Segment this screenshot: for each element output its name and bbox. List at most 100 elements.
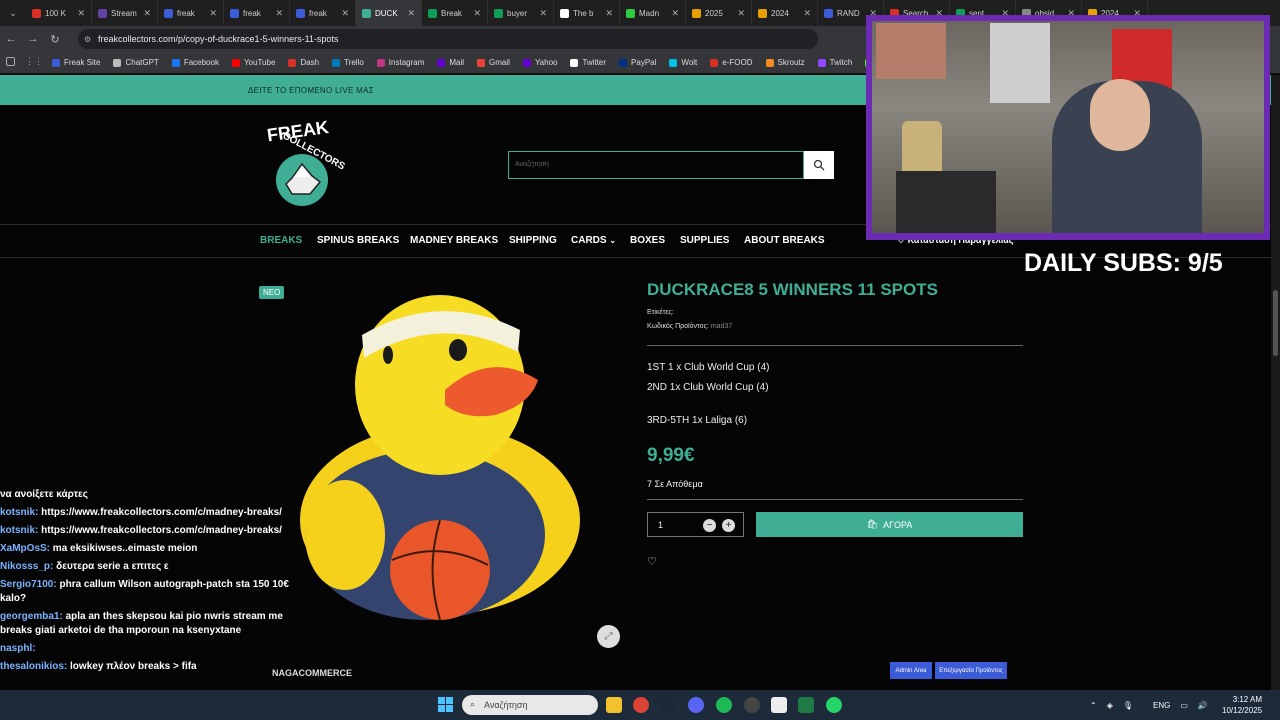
tab-close-icon[interactable]: ✕ [539, 8, 547, 19]
quantity-stepper[interactable]: 1 − + [647, 512, 744, 537]
scrollbar[interactable] [1271, 75, 1280, 690]
bookmark-item[interactable]: YouTube [231, 58, 275, 67]
language-indicator[interactable]: ENG [1153, 701, 1170, 710]
taskbar-clock[interactable]: 3:12 AM 10/12/2025 [1222, 694, 1262, 716]
steam-icon[interactable] [660, 697, 676, 713]
bookmark-star-icon[interactable] [6, 57, 15, 66]
browser-tab[interactable]: buyer ✕ [488, 0, 554, 26]
tab-close-icon[interactable]: ✕ [209, 8, 217, 19]
wishlist-heart-icon[interactable]: ♡ [647, 555, 657, 568]
nav-breaks[interactable]: BREAKS [260, 235, 302, 246]
bookmark-item[interactable]: PayPal [619, 58, 656, 67]
bookmark-icon [332, 58, 341, 67]
display-icon[interactable]: ▭ [1180, 701, 1188, 710]
mic-icon[interactable]: 🎙 [1123, 701, 1133, 710]
tab-close-icon[interactable]: ✕ [737, 8, 745, 19]
url-field[interactable]: ⚙ freakcollectors.com/p/copy-of-duckrace… [78, 29, 818, 49]
windows-start-icon[interactable] [438, 697, 454, 713]
bookmark-item[interactable]: Yahoo [522, 58, 557, 67]
admin-area-button[interactable]: Admin Area [890, 662, 932, 679]
tab-close-icon[interactable]: ✕ [407, 8, 415, 19]
nav-spinus-breaks[interactable]: SPINUS BREAKS [317, 235, 399, 246]
bookmark-item[interactable]: Twitter [570, 58, 606, 67]
chevron-up-icon[interactable]: ⌃ [1090, 701, 1097, 710]
bookmark-item[interactable]: Instagram [376, 58, 424, 67]
apps-grid-icon[interactable]: ⋮⋮ [25, 56, 43, 67]
tab-close-icon[interactable]: ✕ [275, 8, 283, 19]
bookmark-item[interactable]: e-FOOD [710, 58, 753, 67]
clock-date: 10/12/2025 [1222, 706, 1263, 715]
browser-tab[interactable]: The b ✕ [554, 0, 620, 26]
bookmark-item[interactable]: Facebook [171, 58, 219, 67]
browser-tab[interactable]: freak ✕ [224, 0, 290, 26]
discord-icon[interactable] [688, 697, 704, 713]
bookmark-item[interactable]: Wolt [669, 58, 697, 67]
search-input[interactable]: Αναζήτηση [508, 151, 804, 179]
nav-supplies[interactable]: SUPPLIES [680, 235, 729, 246]
chat-username: georgemba1: [0, 611, 63, 622]
bookmark-item[interactable]: Gmail [477, 58, 510, 67]
bookmark-item[interactable]: Freak Site [52, 58, 100, 67]
tab-favicon-icon [164, 8, 173, 18]
tab-close-icon[interactable]: ✕ [143, 8, 151, 19]
bookmark-item[interactable]: ChatGPT [113, 58, 159, 67]
nav-about-breaks[interactable]: ABOUT BREAKS [744, 235, 825, 246]
tab-close-icon[interactable]: ✕ [341, 8, 349, 19]
browser-tab[interactable]: 2025 ✕ [686, 0, 752, 26]
app-icon[interactable] [771, 697, 787, 713]
nagacommerce-brand[interactable]: NAGACOMMERCE [272, 668, 352, 678]
browser-tab[interactable]: freak ✕ [158, 0, 224, 26]
tab-search-icon[interactable]: ⌄ [0, 8, 26, 19]
buy-button[interactable]: 🛍 ΑΓΟΡΑ [756, 512, 1023, 537]
chrome-icon[interactable] [633, 697, 649, 713]
browser-tab[interactable]: Madn ✕ [620, 0, 686, 26]
browser-tab[interactable]: Stream ✕ [92, 0, 158, 26]
forward-icon[interactable]: → [22, 33, 44, 45]
product-image-rubber-duck[interactable] [290, 290, 590, 625]
excel-icon[interactable] [798, 697, 814, 713]
taskbar-search[interactable]: ⌕ Αναζήτηση [462, 695, 598, 715]
nav-cards[interactable]: CARDS ⌄ [571, 235, 616, 246]
product-code-label: Κωδικός Προϊόντος: [647, 323, 709, 330]
tab-favicon-icon [824, 8, 833, 18]
bookmark-item[interactable]: Mail [437, 58, 464, 67]
whatsapp-icon[interactable] [826, 697, 842, 713]
bookmark-item[interactable]: Dash [288, 58, 319, 67]
speaker-icon[interactable]: 🔊 [1198, 701, 1208, 710]
tab-close-icon[interactable]: ✕ [671, 8, 679, 19]
obs-icon[interactable] [744, 697, 760, 713]
bookmark-icon [113, 58, 122, 67]
tab-label: 2024 [771, 8, 789, 18]
reload-icon[interactable]: ↻ [44, 33, 66, 46]
zoom-icon[interactable]: ⤢ [597, 625, 620, 648]
decrease-quantity-button[interactable]: − [703, 519, 716, 532]
tab-close-icon[interactable]: ✕ [803, 8, 811, 19]
browser-tab[interactable]: DUCK ✕ [356, 0, 422, 26]
bookmark-item[interactable]: Skroutz [765, 58, 805, 67]
bookmark-item[interactable]: Trello [332, 58, 364, 67]
browser-tab[interactable]: freak ✕ [290, 0, 356, 26]
spotify-icon[interactable] [716, 697, 732, 713]
network-icon[interactable]: ◈ [1107, 701, 1113, 710]
bookmark-icon [171, 58, 180, 67]
edit-product-button[interactable]: Επεξεργασία Προϊόντος [935, 662, 1007, 679]
scrollbar-thumb[interactable] [1273, 290, 1278, 356]
browser-tab[interactable]: 2024 ✕ [752, 0, 818, 26]
file-explorer-icon[interactable] [606, 697, 622, 713]
nav-shipping[interactable]: SHIPPING [509, 235, 557, 246]
back-icon[interactable]: ← [0, 33, 22, 45]
tab-close-icon[interactable]: ✕ [605, 8, 613, 19]
browser-tab[interactable]: Break ✕ [422, 0, 488, 26]
nav-boxes[interactable]: BOXES [630, 235, 665, 246]
tab-close-icon[interactable]: ✕ [473, 8, 481, 19]
bookmark-item[interactable]: Twitch [817, 58, 852, 67]
site-info-icon[interactable]: ⚙ [84, 35, 91, 44]
bookmark-icon [477, 58, 486, 67]
tab-close-icon[interactable]: ✕ [77, 8, 85, 19]
search-button[interactable] [804, 151, 834, 179]
increase-quantity-button[interactable]: + [722, 519, 735, 532]
browser-tab[interactable]: 100 K ✕ [26, 0, 92, 26]
nav-madney-breaks[interactable]: MADNEY BREAKS [410, 235, 498, 246]
cart-icon: 🛍 [866, 519, 879, 529]
freak-collectors-logo[interactable]: FREAK COLLECTORS [262, 118, 348, 210]
